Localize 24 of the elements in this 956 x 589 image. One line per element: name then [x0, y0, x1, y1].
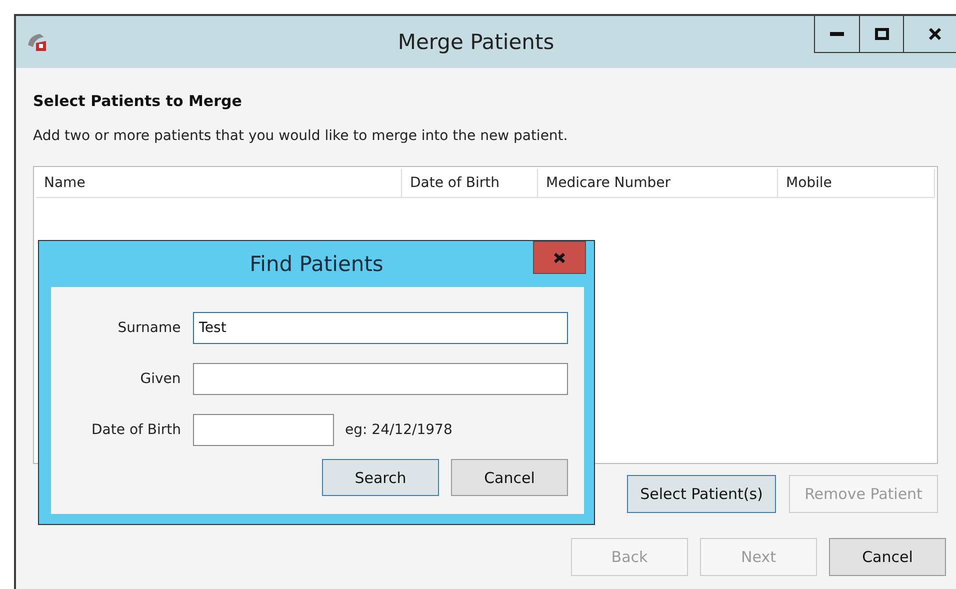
app-icon — [26, 31, 48, 53]
minimize-icon — [830, 32, 844, 36]
input-field[interactable] — [193, 414, 334, 446]
dialog-title: Find Patients — [250, 252, 384, 276]
button[interactable]: Cancel — [829, 538, 946, 576]
hint-text: eg: 24/12/1978 — [345, 422, 452, 438]
maximize-icon — [874, 28, 888, 40]
field-label: Given — [139, 371, 182, 387]
field-label: Date of Birth — [90, 422, 182, 438]
column-header[interactable]: Date of Birth — [402, 169, 538, 197]
close-icon — [928, 27, 942, 41]
field-label: Surname — [116, 320, 182, 336]
button[interactable]: Select Patient(s) — [627, 475, 776, 513]
button[interactable]: Cancel — [451, 459, 568, 496]
input-field[interactable] — [192, 363, 568, 395]
description-text: Add two or more patients that you would like to merge into the new patient. — [33, 128, 569, 144]
column-header[interactable]: Mobile — [778, 169, 935, 197]
column-header[interactable]: Medicare Number — [538, 169, 778, 197]
close-icon — [553, 252, 566, 264]
input-field[interactable]: Test — [192, 312, 568, 344]
section-heading: Select Patients to Merge — [33, 92, 243, 110]
button[interactable]: Search — [322, 459, 439, 496]
window-title: Merge Patients — [396, 30, 556, 54]
column-header[interactable]: Name — [36, 169, 402, 197]
